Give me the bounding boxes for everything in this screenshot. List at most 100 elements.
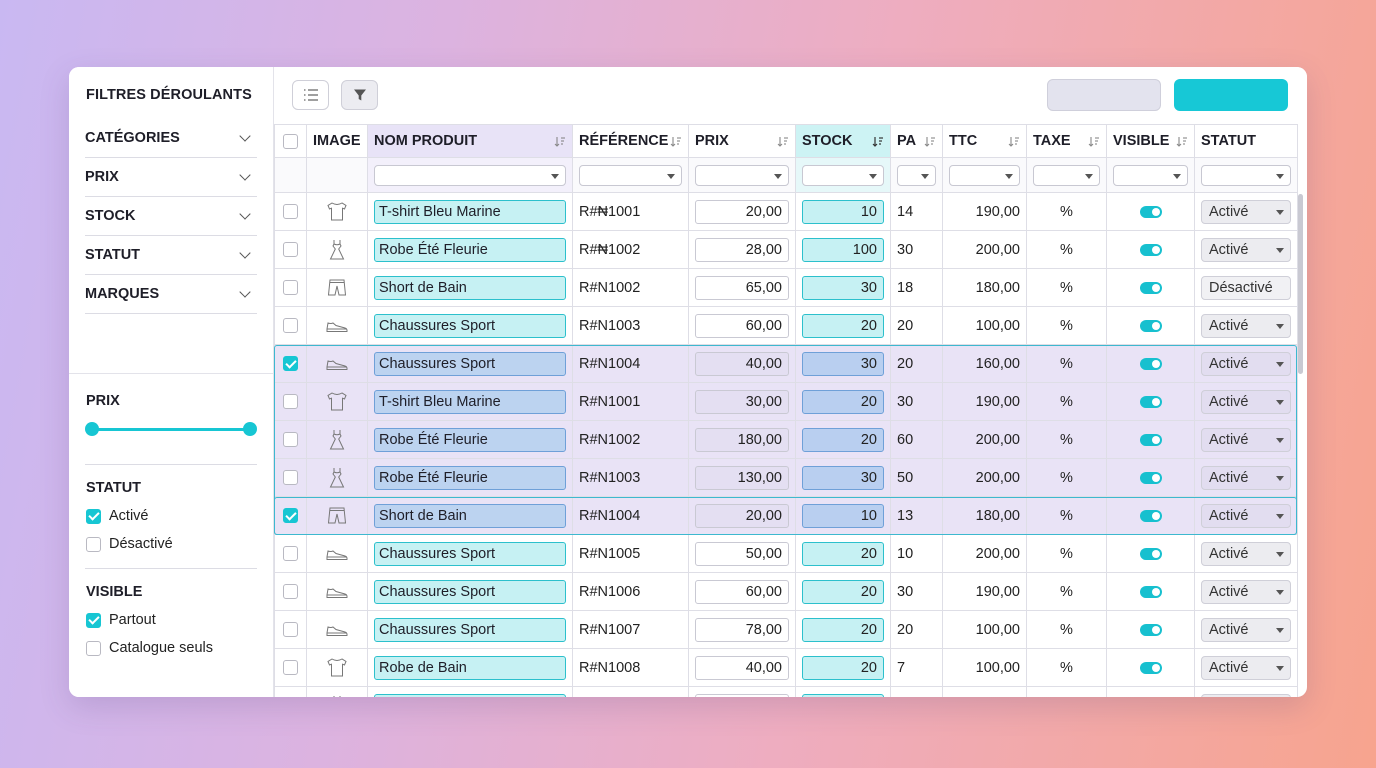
visible-option-catalog[interactable]: Catalogue seuls xyxy=(86,640,213,656)
accordion-marques[interactable]: MARQUES xyxy=(85,275,257,314)
price-input[interactable]: 40,00 xyxy=(695,655,789,680)
product-name-input[interactable]: Short de Bain xyxy=(374,503,566,528)
row-checkbox[interactable] xyxy=(283,432,298,448)
row-checkbox[interactable] xyxy=(283,242,298,258)
table-row[interactable]: Chaussures Sport R#N1007 78,00 20 20 100,00% A… xyxy=(274,610,1298,649)
visible-toggle[interactable] xyxy=(1139,661,1162,674)
price-input[interactable]: 40,00 xyxy=(695,351,789,376)
filter-dropdown-reference[interactable] xyxy=(579,164,682,186)
accordion-statut[interactable]: STATUT xyxy=(85,236,257,275)
status-select[interactable]: Activé xyxy=(1201,237,1291,262)
status-select[interactable]: Activé xyxy=(1201,503,1291,528)
table-row[interactable]: Robe Été Fleurie R#N1002 180,00 20 60 200,00%… xyxy=(274,420,1298,459)
visible-toggle[interactable] xyxy=(1139,395,1162,408)
product-name-input[interactable]: T-shirt Bleu Marine xyxy=(374,389,566,414)
visible-toggle[interactable] xyxy=(1139,433,1162,446)
row-checkbox[interactable] xyxy=(283,356,298,372)
row-checkbox[interactable] xyxy=(283,660,298,676)
column-header-ttc[interactable]: TTC xyxy=(942,124,1027,158)
filter-dropdown-visible[interactable] xyxy=(1113,164,1188,186)
stock-input[interactable]: 20 xyxy=(802,389,884,414)
visible-toggle[interactable] xyxy=(1139,471,1162,484)
product-name-input[interactable]: Chaussures Sport xyxy=(374,617,566,642)
product-name-input[interactable]: Chaussures Sport xyxy=(374,313,566,338)
price-input[interactable]: 50,00 xyxy=(695,541,789,566)
column-header-name[interactable]: NOM PRODUIT xyxy=(367,124,573,158)
filter-dropdown-name[interactable] xyxy=(374,164,566,186)
stock-input[interactable]: 20 xyxy=(802,579,884,604)
visible-toggle[interactable] xyxy=(1139,319,1162,332)
sort-icon[interactable] xyxy=(1176,136,1188,147)
status-select[interactable]: Activé xyxy=(1201,465,1291,490)
status-select[interactable]: Activé xyxy=(1201,199,1291,224)
status-select[interactable]: Activé xyxy=(1201,351,1291,376)
checkbox[interactable] xyxy=(86,536,101,552)
visible-toggle[interactable] xyxy=(1139,585,1162,598)
row-checkbox[interactable] xyxy=(283,508,298,524)
stock-input[interactable]: 30 xyxy=(802,351,884,376)
row-checkbox[interactable] xyxy=(283,204,298,220)
price-input[interactable]: 20,00 xyxy=(695,199,789,224)
status-select[interactable]: Activé xyxy=(1201,313,1291,338)
stock-input[interactable]: 20 xyxy=(802,541,884,566)
visible-toggle[interactable] xyxy=(1139,243,1162,256)
status-select[interactable]: Activé xyxy=(1201,617,1291,642)
status-select[interactable]: Activé xyxy=(1201,389,1291,414)
column-header-reference[interactable]: RÉFÉRENCE xyxy=(572,124,689,158)
table-row[interactable]: Robe de Bain R#N1008 40,00 20 7 100,00% Activé xyxy=(274,648,1298,687)
table-row[interactable]: Chaussures Sport R#N1004 40,00 30 20 160,00% A… xyxy=(274,344,1298,383)
checkbox[interactable] xyxy=(86,640,101,656)
list-view-button[interactable] xyxy=(292,80,329,110)
visible-toggle[interactable] xyxy=(1139,281,1162,294)
filter-button[interactable] xyxy=(341,80,378,110)
product-name-input[interactable]: Short de Bain xyxy=(374,275,566,300)
status-select[interactable]: Activé xyxy=(1201,655,1291,680)
accordion-stock[interactable]: STOCK xyxy=(85,197,257,236)
price-input[interactable] xyxy=(695,693,789,697)
sort-icon[interactable] xyxy=(670,136,682,147)
status-select[interactable] xyxy=(1201,693,1291,697)
primary-action-button[interactable] xyxy=(1174,79,1288,111)
visible-toggle[interactable] xyxy=(1139,509,1162,522)
product-name-input[interactable]: Robe de Bain xyxy=(374,655,566,680)
stock-input[interactable]: 30 xyxy=(802,275,884,300)
sort-icon[interactable] xyxy=(1008,136,1020,147)
row-checkbox[interactable] xyxy=(283,318,298,334)
column-header-pa[interactable]: PA xyxy=(890,124,943,158)
filter-dropdown-price[interactable] xyxy=(695,164,789,186)
product-name-input[interactable]: Robe Été Fleurie xyxy=(374,427,566,452)
table-row[interactable]: Short de Bain R#N1004 20,00 10 13 180,00% Acti… xyxy=(274,496,1298,535)
accordion-categories[interactable]: CATÉGORIES xyxy=(85,119,257,158)
price-input[interactable]: 30,00 xyxy=(695,389,789,414)
column-header-stock[interactable]: STOCK xyxy=(795,124,891,158)
status-option-inactive[interactable]: Désactivé xyxy=(86,536,173,552)
row-checkbox[interactable] xyxy=(283,280,298,296)
product-name-input[interactable]: Chaussures Sport xyxy=(374,579,566,604)
stock-input[interactable]: 20 xyxy=(802,313,884,338)
accordion-prix[interactable]: PRIX xyxy=(85,158,257,197)
filter-dropdown-ttc[interactable] xyxy=(949,164,1020,186)
secondary-action-button[interactable] xyxy=(1047,79,1161,111)
slider-min-handle[interactable] xyxy=(85,422,99,436)
status-select[interactable]: Activé xyxy=(1201,541,1291,566)
stock-input[interactable]: 30 xyxy=(802,465,884,490)
stock-input[interactable]: 20 xyxy=(802,427,884,452)
table-row[interactable]: Chaussures Sport R#N1003 60,00 20 20 100,00% A… xyxy=(274,306,1298,345)
checkbox[interactable] xyxy=(86,612,101,628)
sort-icon[interactable] xyxy=(1088,136,1100,147)
checkbox[interactable] xyxy=(86,508,101,524)
table-row[interactable]: Chaussures Sport R#N1006 60,00 20 30 190,00% A… xyxy=(274,572,1298,611)
visible-toggle[interactable] xyxy=(1139,547,1162,560)
table-row[interactable]: T-shirt Bleu Marine R#N1001 30,00 20 30 190,0… xyxy=(274,382,1298,421)
visible-toggle[interactable] xyxy=(1139,205,1162,218)
price-input[interactable]: 60,00 xyxy=(695,579,789,604)
product-name-input[interactable]: Chaussures Sport xyxy=(374,541,566,566)
table-row[interactable]: Robe Été Fleurie R#N1003 130,00 30 50 200,00%… xyxy=(274,458,1298,497)
column-header-tax[interactable]: TAXE xyxy=(1026,124,1107,158)
status-option-active[interactable]: Activé xyxy=(86,508,149,524)
price-input[interactable]: 20,00 xyxy=(695,503,789,528)
price-input[interactable]: 180,00 xyxy=(695,427,789,452)
product-name-input[interactable]: Chaussures Sport xyxy=(374,351,566,376)
table-row[interactable]: T-shirt Bleu Marine R#₦1001 20,00 10 14 190,0… xyxy=(274,192,1298,231)
sort-icon[interactable] xyxy=(872,136,884,147)
